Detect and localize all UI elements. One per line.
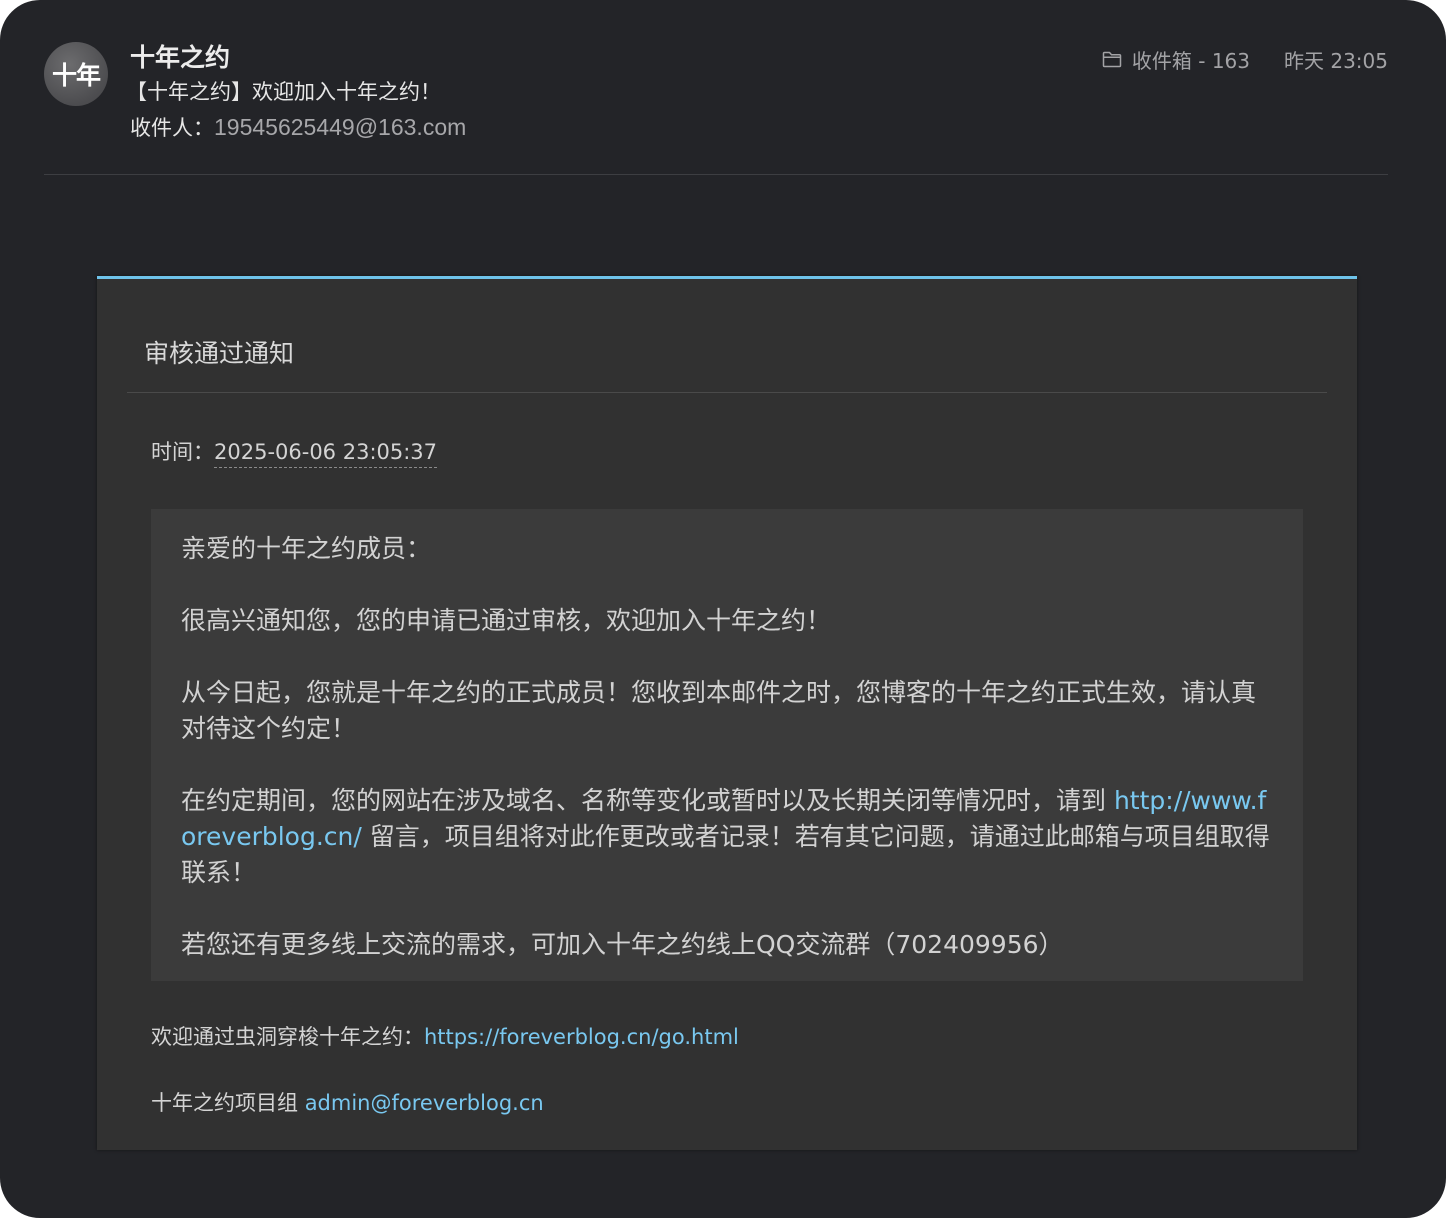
header-divider xyxy=(44,174,1388,175)
wormhole-label: 欢迎通过虫洞穿梭十年之约： xyxy=(151,1025,424,1049)
recipient-address[interactable]: 19545625449@163.com xyxy=(214,114,466,140)
email-meta: 收件箱 - 163 昨天 23:05 xyxy=(1102,45,1388,74)
email-subject: 【十年之约】欢迎加入十年之约！ xyxy=(126,80,441,104)
sender-name[interactable]: 十年之约 xyxy=(130,38,230,74)
wormhole-row: 欢迎通过虫洞穿梭十年之约：https://foreverblog.cn/go.h… xyxy=(151,1021,739,1051)
card-title: 审核通过通知 xyxy=(144,339,295,368)
time-value: 2025-06-06 23:05:37 xyxy=(214,440,438,468)
notification-card: 审核通过通知 时间：2025-06-06 23:05:37 亲爱的十年之约成员：… xyxy=(97,276,1357,1150)
card-divider xyxy=(127,392,1327,393)
message-paragraph-1: 很高兴通知您，您的申请已通过审核，欢迎加入十年之约！ xyxy=(181,606,832,635)
team-label: 十年之约项目组 xyxy=(151,1091,305,1115)
wormhole-link[interactable]: https://foreverblog.cn/go.html xyxy=(424,1025,739,1049)
time-row: 时间：2025-06-06 23:05:37 xyxy=(151,436,438,468)
folder-icon xyxy=(1102,51,1122,68)
time-label: 时间： xyxy=(151,440,214,464)
received-time: 昨天 23:05 xyxy=(1284,49,1388,73)
message-paragraph-3: 在约定期间，您的网站在涉及域名、名称等变化或暂时以及长期关闭等情况时，请到 ht… xyxy=(181,783,1273,891)
message-paragraph-2: 从今日起，您就是十年之约的正式成员！您收到本邮件之时，您博客的十年之约正式生效，… xyxy=(181,678,1257,743)
email-window: 十年 十年之约 【十年之约】欢迎加入十年之约！ 收件人：19545625449@… xyxy=(0,0,1446,1218)
sender-avatar[interactable]: 十年 xyxy=(44,42,108,106)
avatar-text: 十年 xyxy=(51,61,101,90)
message-text: 亲爱的十年之约成员： 很高兴通知您，您的申请已通过审核，欢迎加入十年之约！ 从今… xyxy=(181,531,1273,963)
message-greeting: 亲爱的十年之约成员： xyxy=(181,534,432,563)
folder-label[interactable]: 收件箱 - 163 xyxy=(1132,45,1250,74)
paragraph-3-prefix: 在约定期间，您的网站在涉及域名、名称等变化或暂时以及长期关闭等情况时，请到 xyxy=(181,786,1114,815)
recipient-row: 收件人：19545625449@163.com xyxy=(130,112,466,142)
message-box: 亲爱的十年之约成员： 很高兴通知您，您的申请已通过审核，欢迎加入十年之约！ 从今… xyxy=(151,509,1303,981)
team-row: 十年之约项目组 admin@foreverblog.cn xyxy=(151,1087,544,1117)
team-email-link[interactable]: admin@foreverblog.cn xyxy=(305,1091,544,1115)
message-paragraph-4: 若您还有更多线上交流的需求，可加入十年之约线上QQ交流群（702409956） xyxy=(181,930,1064,959)
recipient-label: 收件人： xyxy=(130,116,214,140)
